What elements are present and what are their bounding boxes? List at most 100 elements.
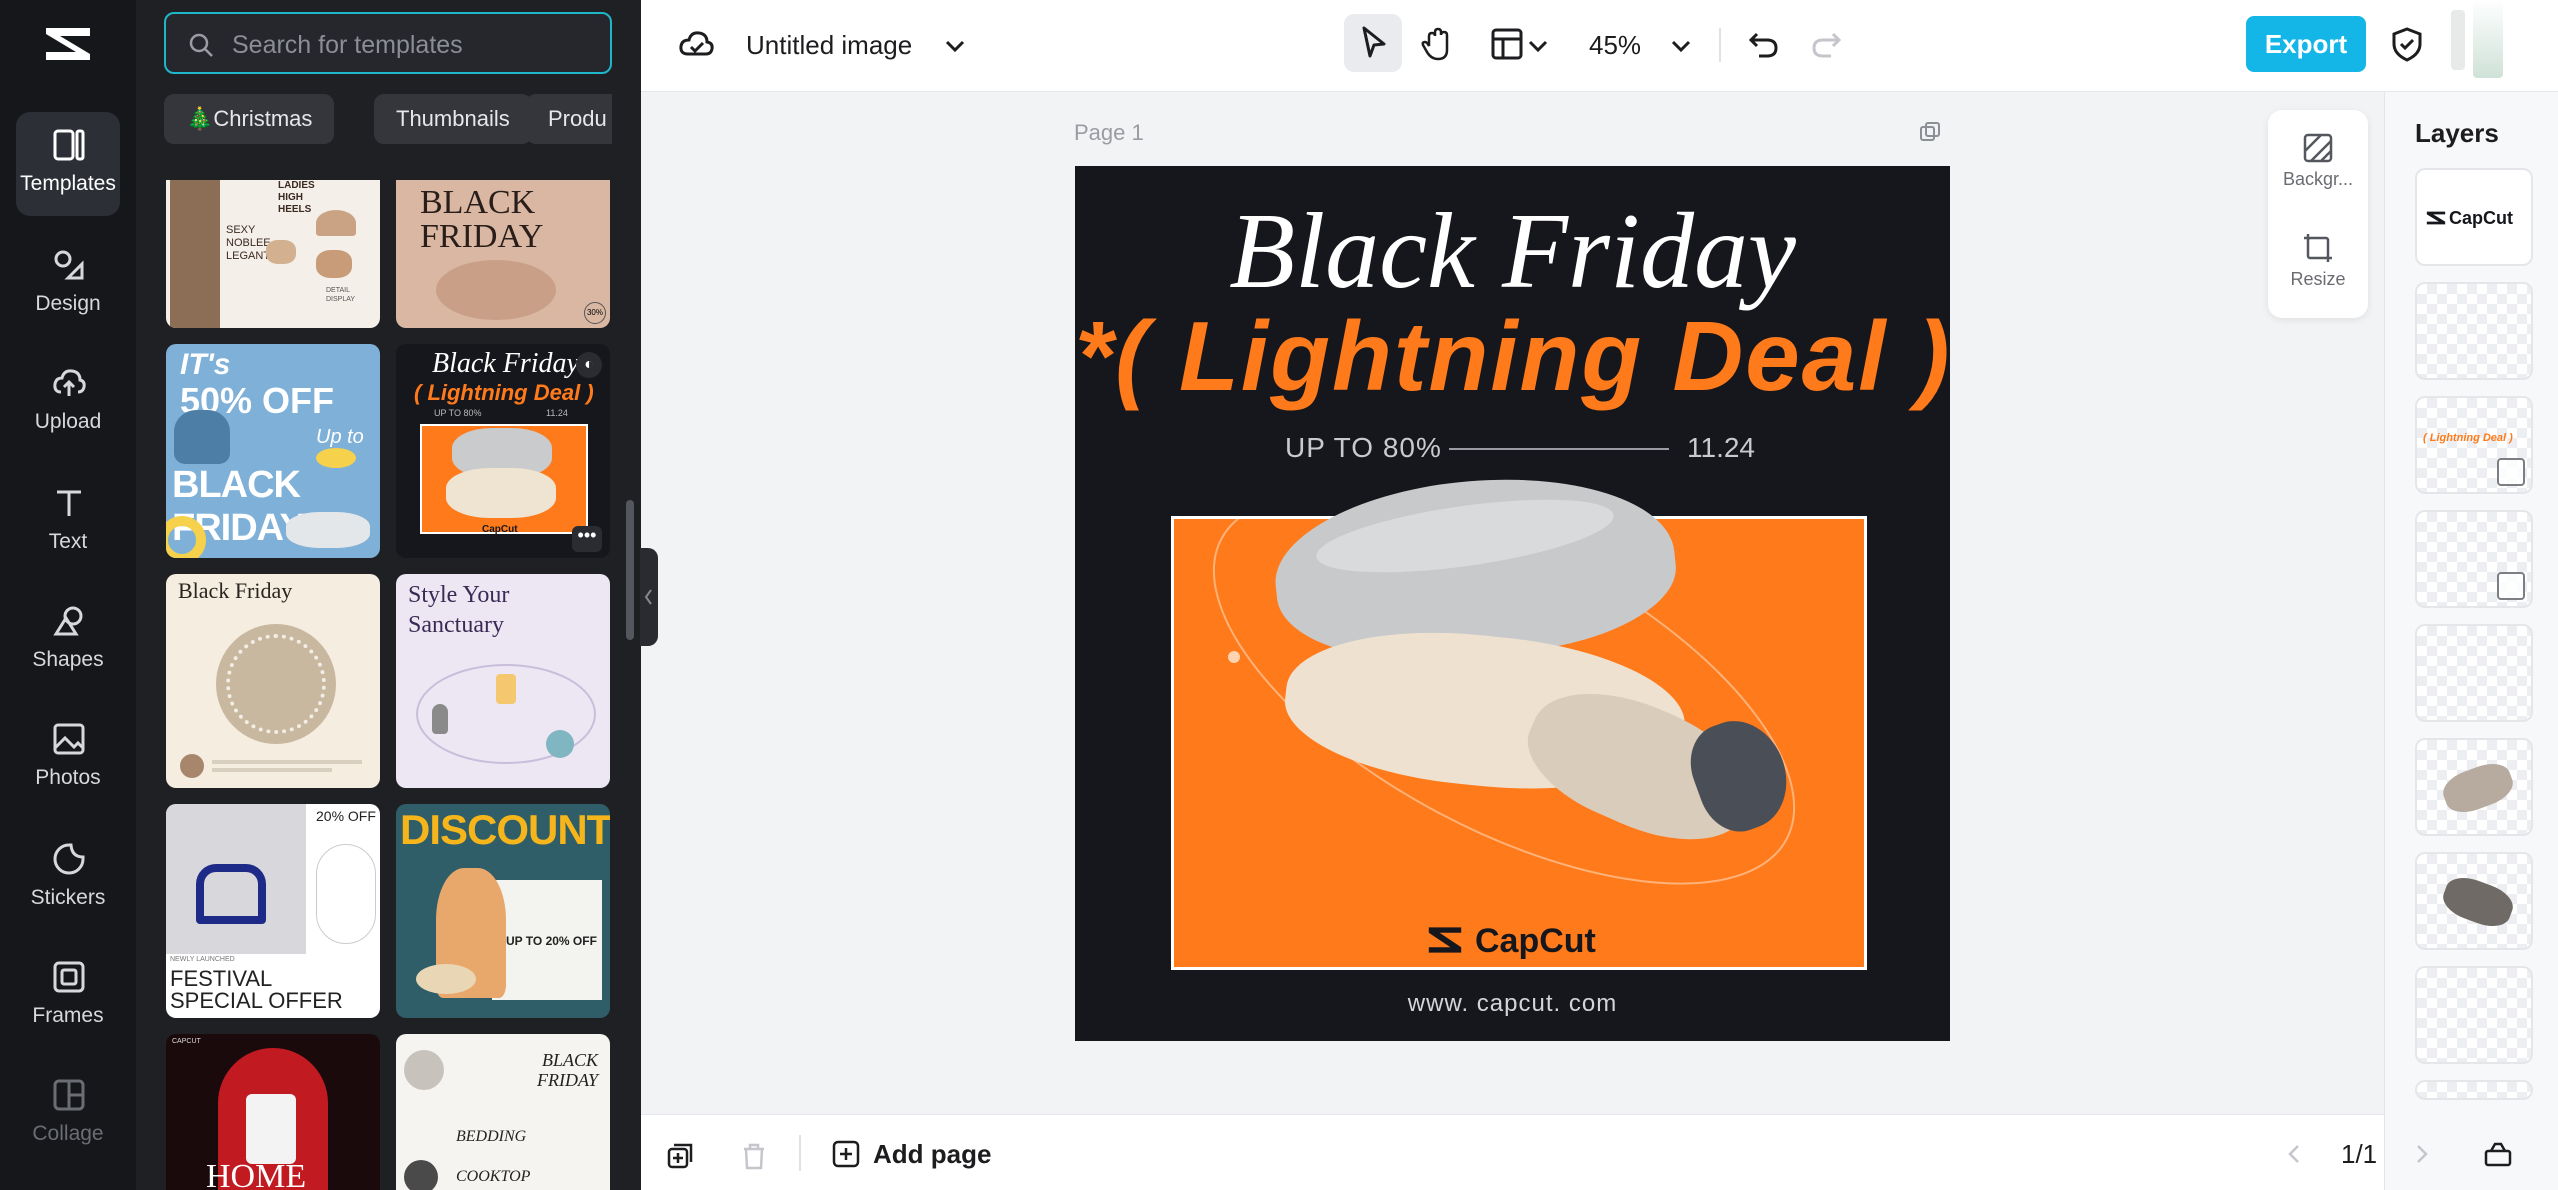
export-button[interactable]: Export <box>2246 16 2366 72</box>
divider <box>1719 28 1721 62</box>
template-card[interactable]: IT's 50% OFF Up to BLACK FRIDAY <box>166 344 380 558</box>
template-card[interactable]: LADIES HIGH HEELS SEXY NOBLEE LEGANT DET… <box>166 180 380 328</box>
chevron-down-icon[interactable] <box>935 26 975 66</box>
redo-icon[interactable] <box>1807 24 1847 64</box>
quick-tools-card: Backgr... Resize <box>2268 110 2368 318</box>
design-artboard[interactable]: Black Friday *( Lightning Deal )* UP TO … <box>1075 166 1950 1041</box>
frame-badge-icon <box>2497 458 2525 486</box>
rail-item-shapes[interactable]: Shapes <box>16 588 120 692</box>
layer-item[interactable] <box>2415 966 2533 1064</box>
layer-label: CapCut <box>2449 208 2513 228</box>
tpl-text: SEXY <box>226 224 256 236</box>
lightning-deal-text[interactable]: *( Lightning Deal )* <box>1075 300 1950 413</box>
capcut-logo-icon[interactable] <box>40 18 96 70</box>
rail-item-text[interactable]: Text <box>16 470 120 574</box>
layer-item[interactable] <box>2415 852 2533 950</box>
tpl-text: Black Friday <box>432 348 579 379</box>
date-text[interactable]: 11.24 <box>1687 432 1755 464</box>
tpl-text: COOKTOP <box>456 1168 531 1185</box>
chip-products[interactable]: Produ <box>526 94 612 144</box>
design-title[interactable]: Black Friday <box>1075 190 1950 314</box>
rail-item-design[interactable]: Design <box>16 232 120 336</box>
layer-item[interactable] <box>2415 510 2533 608</box>
palette-icon[interactable]: ◐ <box>576 352 602 378</box>
select-tool-button[interactable] <box>1344 14 1402 72</box>
templates-panel: Search for templates 🎄Christmas Thumbnai… <box>136 0 641 1190</box>
duplicate-icon[interactable] <box>665 1141 695 1171</box>
tpl-text: DISPLAY <box>326 296 356 303</box>
tpl-text: NEWLY LAUNCHED <box>170 956 235 963</box>
panel-scrollbar[interactable] <box>626 500 634 640</box>
undo-icon[interactable] <box>1743 24 1783 64</box>
layer-item[interactable]: CapCut <box>2415 168 2533 266</box>
layer-item[interactable] <box>2415 624 2533 722</box>
template-card[interactable]: DISCOUNT UP TO 20% OFF <box>396 804 610 1018</box>
brand-name: CapCut <box>1475 922 1596 960</box>
layer-item[interactable]: ( Lightning Deal ) <box>2415 396 2533 494</box>
template-card[interactable]: CAPCUT HOME <box>166 1034 380 1190</box>
rail-label: Shapes <box>32 648 104 671</box>
tpl-text: HIGH <box>278 192 303 203</box>
cursor-icon <box>1362 26 1386 58</box>
rail-item-collage[interactable]: Collage <box>16 1062 120 1166</box>
chip-thumbnails[interactable]: Thumbnails <box>374 94 532 144</box>
tpl-text: LEGANT <box>226 250 271 262</box>
cloud-save-icon[interactable] <box>677 24 717 64</box>
add-page-label: Add page <box>873 1139 992 1169</box>
background-button[interactable]: Backgr... <box>2268 132 2368 190</box>
layer-item[interactable] <box>2415 282 2533 380</box>
rail-item-photos[interactable]: Photos <box>16 706 120 810</box>
resize-label: Resize <box>2290 269 2346 289</box>
rail-item-templates[interactable]: Templates <box>16 112 120 216</box>
layout-icon[interactable] <box>1487 24 1527 64</box>
left-rail: Templates Design Upload Text Shapes Phot… <box>0 0 136 1190</box>
layer-item[interactable] <box>2415 738 2533 836</box>
tpl-text: HOME <box>206 1158 307 1190</box>
rail-item-frames[interactable]: Frames <box>16 944 120 1048</box>
text-icon <box>57 490 81 516</box>
background-icon <box>2303 133 2333 163</box>
page-label: Page 1 <box>1074 120 1144 145</box>
more-options-icon[interactable]: ••• <box>572 526 602 552</box>
capcut-logo-icon <box>2426 211 2446 225</box>
template-card[interactable]: 20% OFF NEWLY LAUNCHED FESTIVAL SPECIAL … <box>166 804 380 1018</box>
tpl-text: Style Your <box>408 582 510 608</box>
chevron-down-icon[interactable] <box>1523 26 1553 66</box>
add-page-button[interactable]: Add page <box>831 1115 1011 1190</box>
document-title[interactable]: Untitled image <box>746 30 912 61</box>
website-text[interactable]: www. capcut. com <box>1075 990 1950 1018</box>
rail-label: Design <box>35 292 101 315</box>
template-card[interactable]: Black Friday ( Lightning Deal ) UP TO 80… <box>396 344 610 558</box>
template-card[interactable]: Black Friday <box>166 574 380 788</box>
chip-christmas[interactable]: 🎄Christmas <box>164 94 335 144</box>
collapse-panel-handle[interactable] <box>640 548 658 646</box>
deal-text: Lightning Deal <box>1179 301 1888 411</box>
layer-thumbnail <box>2438 757 2518 819</box>
layer-label: ( Lightning Deal ) <box>2423 432 2513 444</box>
tpl-text: BEDDING <box>456 1128 527 1145</box>
duplicate-page-icon[interactable] <box>1918 120 1942 144</box>
layer-item[interactable] <box>2415 1080 2533 1100</box>
discount-text[interactable]: UP TO 80% <box>1285 432 1442 464</box>
tpl-text: CapCut <box>482 524 518 535</box>
template-card[interactable]: Style Your Sanctuary <box>396 574 610 788</box>
template-card[interactable]: BLACK FRIDAY 30% <box>396 180 610 328</box>
page-counter: 1/1 <box>2341 1139 2378 1169</box>
page-manager-icon[interactable] <box>2483 1139 2513 1169</box>
chevron-right-icon[interactable] <box>2407 1139 2437 1169</box>
template-card[interactable]: BLACK FRIDAY BEDDING COOKTOP <box>396 1034 610 1190</box>
avatar[interactable] <box>2473 0 2503 78</box>
search-input[interactable]: Search for templates <box>164 12 612 74</box>
hand-icon[interactable] <box>1417 24 1457 64</box>
shield-icon[interactable] <box>2387 24 2427 64</box>
capcut-logo-icon <box>1428 927 1462 953</box>
trash-icon[interactable] <box>739 1141 769 1171</box>
chevron-left-icon[interactable] <box>2279 1139 2309 1169</box>
resize-button[interactable]: Resize <box>2268 232 2368 290</box>
avatar[interactable] <box>2451 10 2465 70</box>
rail-item-upload[interactable]: Upload <box>16 350 120 454</box>
templates-icon <box>53 129 85 161</box>
zoom-level[interactable]: 45% <box>1589 30 1641 61</box>
rail-item-stickers[interactable]: Stickers <box>16 826 120 930</box>
chevron-down-icon[interactable] <box>1661 26 1701 66</box>
